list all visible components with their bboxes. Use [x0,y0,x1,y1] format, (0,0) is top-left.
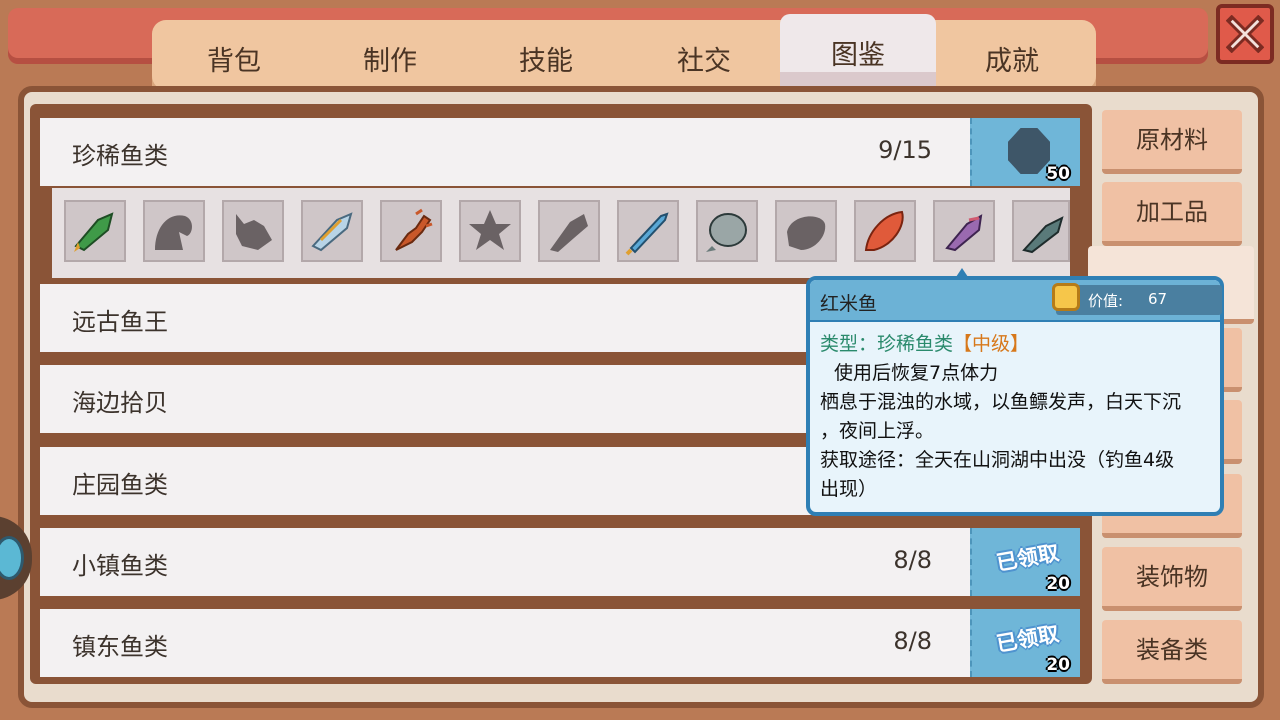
fish-slot-red-mullet[interactable] [854,200,916,262]
unknown-crab-silhouette-icon [236,214,272,250]
collection-name: 远古鱼王 [72,308,168,336]
red-mullet-fish-icon [864,210,904,251]
reward-amount: 20 [1046,574,1070,594]
fish-slot-unknown[interactable] [143,200,205,262]
blue-striped-fish-icon [311,212,353,252]
close-icon [1226,15,1264,53]
item-source: 获取途径：全天在山洞湖中出没（钓鱼4级 [820,449,1175,471]
category-processed-goods[interactable]: 加工品 [1102,182,1242,246]
fish-slot-unknown[interactable] [222,200,284,262]
item-type: 类型：珍稀鱼类 [820,333,954,355]
unknown-fish-silhouette-icon [550,214,588,252]
claimed-stamp: 已领取 [994,540,1061,576]
fish-slot-purple[interactable] [933,200,995,262]
fish-slot-grey-round[interactable] [696,200,758,262]
reward-amount: 20 [1046,655,1070,675]
reward-button[interactable]: 已领取 20 [970,528,1080,596]
price-label: 价值: [1088,292,1124,310]
unknown-fish-silhouette-icon [155,215,192,250]
fish-slot-unknown[interactable] [775,200,837,262]
item-tooltip: 红米鱼 价值: 67 类型：珍稀鱼类【中级】 使用后恢复7点体力 栖息于混浊的水… [806,276,1224,516]
collection-name: 海边拾贝 [72,389,168,417]
purple-fish-icon [945,214,983,252]
price-value: 67 [1148,290,1168,308]
item-description: ，夜间上浮。 [820,420,935,442]
category-decorations[interactable]: 装饰物 [1102,547,1242,611]
collection-progress: 8/8 [893,627,932,655]
category-equipment[interactable]: 装备类 [1102,620,1242,684]
green-fish-icon [74,212,114,252]
item-name: 红米鱼 [820,293,878,315]
collection-progress: 9/15 [878,136,932,164]
grey-round-fish-icon [706,213,747,252]
tab-achievements[interactable]: 成就 [934,40,1090,90]
collection-row-town-fish[interactable]: 小镇鱼类 8/8 已领取 20 [40,528,1080,596]
unknown-fish-silhouette-icon [787,216,826,250]
tooltip-body: 类型：珍稀鱼类【中级】 使用后恢复7点体力 栖息于混浊的水域，以鱼鳔发声，白天下… [820,330,1220,504]
item-description: 栖息于混浊的水域，以鱼鳔发声，白天下沉 [820,391,1182,413]
lobster-icon [395,208,433,251]
fish-slot-dark-silver[interactable] [1012,200,1070,262]
reward-button[interactable]: 50 [970,118,1080,186]
tab-backpack[interactable]: 背包 [156,40,312,90]
reward-button[interactable]: 已领取 20 [970,609,1080,677]
item-grade: 【中级】 [953,333,1030,355]
fish-slot-unknown[interactable] [459,200,521,262]
collection-row-rare-fish[interactable]: 珍稀鱼类 9/15 50 [40,118,1080,186]
item-source: 出现） [820,478,878,500]
tab-skills[interactable]: 技能 [468,40,624,90]
item-effect: 使用后恢复7点体力 [834,362,999,384]
claimed-stamp: 已领取 [994,621,1061,657]
fish-slot-lobster[interactable] [380,200,442,262]
price-box: 价值: 67 [1052,283,1222,315]
tab-social[interactable]: 社交 [626,40,782,90]
fish-slot-blue-striped[interactable] [301,200,363,262]
collection-row-east-town-fish[interactable]: 镇东鱼类 8/8 已领取 20 [40,609,1080,677]
blue-needle-fish-icon [625,212,669,256]
close-button[interactable] [1216,4,1274,64]
unknown-starfish-silhouette-icon [469,210,511,250]
collection-name: 小镇鱼类 [72,552,168,580]
fish-slot-green[interactable] [64,200,126,262]
fish-slot-unknown[interactable] [538,200,600,262]
collection-name: 镇东鱼类 [72,633,168,661]
coin-icon [1052,283,1080,311]
fish-grid [52,188,1070,278]
character-face-icon [0,536,24,580]
collection-name: 庄园鱼类 [72,471,168,499]
locked-medal-icon [1008,128,1050,174]
fish-slot-blue-needle[interactable] [617,200,679,262]
tooltip-header: 红米鱼 价值: 67 [810,280,1222,322]
reward-amount: 50 [1046,164,1070,184]
collection-name: 珍稀鱼类 [72,142,168,170]
tab-crafting[interactable]: 制作 [312,40,468,90]
category-raw-materials[interactable]: 原材料 [1102,110,1242,174]
collection-progress: 8/8 [893,546,932,574]
dark-silver-fish-icon [1022,216,1064,254]
